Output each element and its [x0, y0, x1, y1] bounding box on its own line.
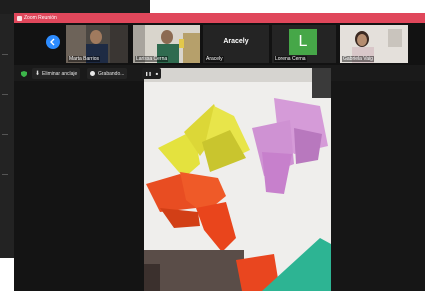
recording-label: Grabando...	[98, 70, 125, 77]
unpin-label: Eliminar anclaje	[42, 70, 78, 77]
background-line	[2, 54, 8, 58]
participant-name: Aracely	[205, 56, 224, 62]
gallery-background-left	[14, 81, 144, 291]
recording-controls: ❚❚ ■	[142, 68, 162, 79]
pin-icon: ⬇	[35, 71, 41, 77]
background-window-edge	[0, 0, 150, 14]
participant-tile-lorena[interactable]: L Lorena Cerna	[272, 25, 336, 63]
background-line	[2, 94, 8, 98]
participant-name: Larissa Cerna	[135, 56, 169, 62]
gallery-background-right	[331, 81, 425, 291]
meeting-toolbar: ⬇ Eliminar anclaje Grabando... ❚❚ ■	[14, 68, 425, 81]
shield-icon	[21, 70, 27, 77]
participant-tile-gabriela[interactable]: Gabriela Vaig	[340, 25, 408, 63]
pause-recording-button[interactable]: ❚❚	[145, 71, 152, 76]
zoom-meeting-window: Zoom Reunión Marta Barrios Larissa Cerna…	[14, 13, 425, 291]
participant-tile-aracely[interactable]: Aracely Aracely	[203, 25, 269, 63]
participant-display-name: Aracely	[223, 38, 249, 45]
participant-name: Gabriela Vaig	[342, 56, 374, 62]
participant-name: Marta Barrios	[68, 56, 101, 62]
participant-tile-marta[interactable]: Marta Barrios	[66, 25, 128, 63]
background-line	[2, 134, 8, 138]
participant-name: Lorena Cerna	[274, 56, 307, 62]
participant-strip: Marta Barrios Larissa Cerna Aracely Arac…	[14, 23, 425, 65]
stop-recording-button[interactable]: ■	[156, 71, 158, 76]
previous-page-button[interactable]	[46, 35, 60, 49]
recording-indicator[interactable]: Grabando...	[87, 68, 128, 79]
title-bar[interactable]: Zoom Reunión	[14, 13, 425, 23]
zoom-app-icon	[17, 15, 22, 21]
chevron-left-icon	[50, 38, 55, 46]
avatar: L	[289, 29, 317, 55]
security-shield[interactable]	[18, 68, 30, 79]
origami-butterflies-scene	[144, 68, 331, 291]
window-title: Zoom Reunión	[24, 15, 57, 21]
recording-dot-icon	[90, 71, 95, 76]
active-speaker-video	[144, 68, 331, 291]
participant-tile-larissa[interactable]: Larissa Cerna	[133, 25, 200, 63]
background-line	[2, 174, 8, 178]
unpin-button[interactable]: ⬇ Eliminar anclaje	[32, 68, 81, 79]
